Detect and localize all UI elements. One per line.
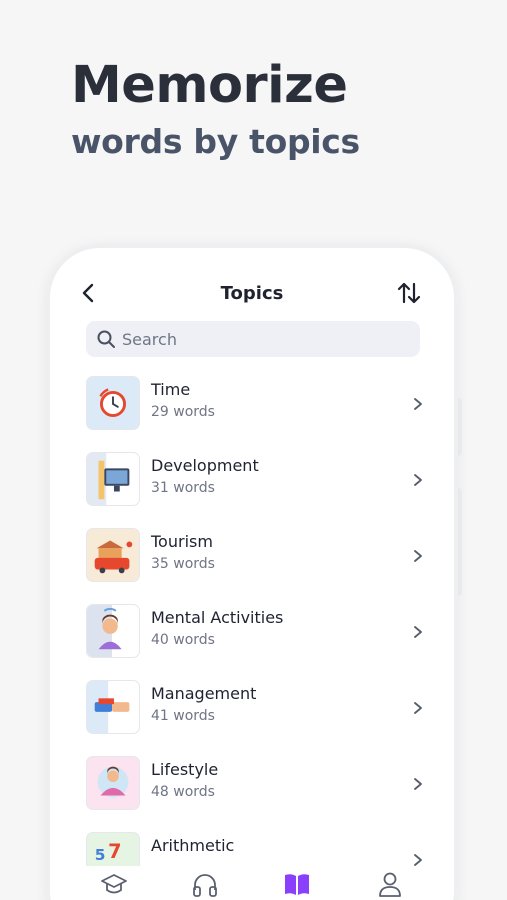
headphones-icon: [193, 874, 217, 897]
chevron-right-icon: [414, 778, 422, 790]
topic-word-count: 31 words: [151, 480, 215, 496]
topic-word-count: 41 words: [151, 708, 215, 724]
topic-name: Arithmetic: [151, 836, 235, 855]
topic-name: Tourism: [151, 532, 213, 551]
search-input[interactable]: [122, 321, 402, 357]
chevron-right-icon: [414, 550, 422, 562]
profile-icon: [379, 872, 401, 897]
graduation-cap-icon: [101, 874, 127, 894]
tab-learn[interactable]: [100, 870, 128, 898]
topic-word-count: 29 words: [151, 404, 215, 420]
topic-name: Development: [151, 456, 259, 475]
promo-subheadline: words by topics: [71, 122, 360, 161]
phone-frame: Topics Time 29 words: [46, 244, 458, 900]
topic-name: Lifestyle: [151, 760, 219, 779]
nav-bar: Topics: [50, 268, 454, 318]
topic-row-development[interactable]: Development 31 words: [86, 452, 426, 528]
promo-headline: Memorize: [71, 56, 348, 115]
topic-row-tourism[interactable]: Tourism 35 words: [86, 528, 426, 604]
tab-profile[interactable]: [376, 870, 404, 898]
topic-word-count: 40 words: [151, 632, 215, 648]
svg-text:7: 7: [108, 840, 121, 863]
book-icon: [285, 874, 309, 895]
bottom-tab-bar: [50, 866, 454, 900]
meditation-icon: [86, 756, 140, 810]
topic-row-mental-activities[interactable]: Mental Activities 40 words: [86, 604, 426, 680]
thinking-person-icon: [86, 604, 140, 658]
topic-row-management[interactable]: Management 41 words: [86, 680, 426, 756]
topic-row-lifestyle[interactable]: Lifestyle 48 words: [86, 756, 426, 832]
chevron-right-icon: [414, 626, 422, 638]
sort-arrows-icon[interactable]: [396, 280, 422, 306]
clock-icon: [86, 376, 140, 430]
topic-name: Management: [151, 684, 257, 703]
svg-text:5: 5: [95, 846, 106, 864]
bus-icon: [86, 528, 140, 582]
topic-list: Time 29 words Development 31 words Touri…: [86, 376, 426, 900]
topic-name: Mental Activities: [151, 608, 284, 627]
topic-word-count: 35 words: [151, 556, 215, 572]
topic-word-count: 48 words: [151, 784, 215, 800]
topic-name: Time: [151, 380, 191, 399]
search-bar[interactable]: [86, 321, 420, 357]
chevron-right-icon: [414, 702, 422, 714]
page-title: Topics: [220, 283, 284, 304]
chevron-right-icon: [414, 854, 422, 866]
tab-topics[interactable]: [283, 870, 311, 898]
topic-row-time[interactable]: Time 29 words: [86, 376, 426, 452]
chevron-right-icon: [414, 474, 422, 486]
handshake-icon: [86, 680, 140, 734]
search-icon: [97, 330, 115, 348]
computer-icon: [86, 452, 140, 506]
chevron-right-icon: [414, 398, 422, 410]
tab-listen[interactable]: [191, 870, 219, 898]
